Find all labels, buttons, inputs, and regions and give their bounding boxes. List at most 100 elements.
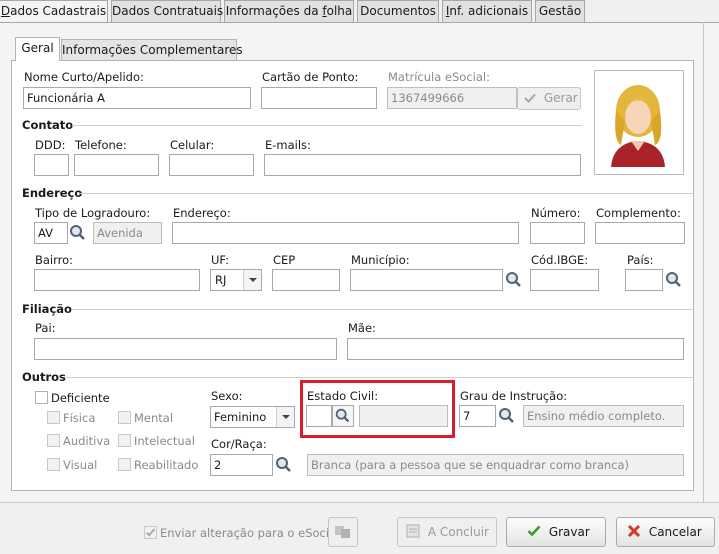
avatar[interactable] [594,70,684,175]
mae-label: Mãe: [348,321,376,335]
tab-dados-contratuais[interactable]: Dados Contratuais [111,0,223,22]
gravar-button[interactable]: Gravar [506,517,606,547]
check-icon [524,93,536,103]
complemento-input[interactable] [595,222,685,244]
cep-label: CEP [273,253,296,267]
uf-dropdown-button[interactable] [243,270,261,290]
search-icon [506,272,521,287]
tab-informacoes-folha[interactable]: Informações da folha [224,0,354,22]
search-icon [499,408,514,423]
pais-input[interactable] [625,269,663,291]
close-icon [627,524,641,538]
intelectual-label: Intelectual [134,434,195,448]
telefone-label: Telefone: [75,138,127,152]
nome-input[interactable]: Funcionária A [23,87,251,109]
municipio-search-button[interactable] [503,269,525,291]
cancelar-button[interactable]: Cancelar [616,517,715,547]
fisica-label: Física [63,411,96,425]
grau-label: Grau de Instrução: [460,389,568,403]
matricula-input: 1367499666 [387,87,517,109]
filiacao-heading: Filiação [22,302,72,316]
sexo-dropdown-button[interactable] [276,407,294,427]
tipo-logradouro-label: Tipo de Logradouro: [35,206,151,220]
fisica-checkbox [47,411,60,424]
cor-desc: Branca (para a pessoa que se enquadrar c… [307,454,684,476]
mental-label: Mental [134,411,174,425]
emails-input[interactable] [264,154,581,176]
reabilitado-label: Reabilitado [134,458,199,472]
uf-label: UF: [211,253,230,267]
outros-heading: Outros [22,370,66,384]
ddd-label: DDD: [35,138,66,152]
pai-input[interactable] [34,338,337,360]
search-icon [666,272,681,287]
cor-search-button[interactable] [273,454,295,476]
endereco-heading: Endereço [22,186,83,200]
esocial-label: Enviar alteração para o eSocial [160,526,340,540]
nome-label: Nome Curto/Apelido: [24,70,144,84]
pais-label: País: [627,253,654,267]
ddd-input[interactable] [34,154,69,176]
gerar-button: Gerar [517,87,581,110]
tipo-logradouro-code-input[interactable]: AV [34,222,68,244]
check-icon [145,528,156,537]
intelectual-checkbox [118,434,131,447]
estado-civil-desc [359,405,448,427]
tab-documentos[interactable]: Documentos [357,0,439,22]
grau-desc: Ensino médio completo. [523,405,684,427]
uf-value: RJ [215,273,227,287]
emails-label: E-mails: [265,138,311,152]
cartao-input[interactable] [261,87,377,109]
bairro-input[interactable] [34,269,200,291]
gerar-label: Gerar [543,91,578,105]
estado-civil-search-button[interactable] [332,405,354,427]
tab-gestao[interactable]: Gestão [535,0,585,22]
deficiente-checkbox[interactable] [35,391,48,404]
ibge-label: Cód.IBGE: [531,253,589,267]
pai-label: Pai: [35,321,56,335]
sexo-value: Feminino [214,410,267,424]
cancelar-label: Cancelar [648,525,702,539]
complemento-label: Complemento: [596,206,681,220]
check-icon [527,525,541,537]
tab-informacoes-complementares[interactable]: Informações Complementares [61,39,243,61]
mae-input[interactable] [347,338,684,360]
outros-divider [66,377,694,378]
deficiente-label: Deficiente [51,391,110,405]
ibge-input[interactable] [530,269,599,291]
tab-inf-adicionais[interactable]: Inf. adicionais [442,0,532,22]
estado-civil-label: Estado Civil: [307,389,379,403]
tab-dados-cadastrais[interactable]: Dados Cadastrais [0,0,108,24]
search-icon [276,457,291,472]
estado-civil-code-input[interactable] [306,405,332,427]
esocial-checkbox [144,526,157,539]
tipo-logradouro-search-button[interactable] [67,222,89,244]
municipio-input[interactable] [350,269,503,291]
sexo-label: Sexo: [211,389,243,403]
celular-input[interactable] [169,154,254,176]
tab-geral[interactable]: Geral [15,37,60,61]
cor-code-input[interactable]: 2 [210,454,273,476]
contato-divider [72,125,582,126]
municipio-label: Município: [351,253,410,267]
telefone-input[interactable] [74,154,159,176]
footer-separator [0,502,719,503]
matricula-label: Matrícula eSocial: [388,70,490,84]
grau-search-button[interactable] [496,405,518,427]
geral-tab-join [16,59,59,61]
endereco-input[interactable] [172,222,519,244]
chevron-down-icon [249,278,257,282]
endereco-divider [80,193,694,194]
mental-checkbox [118,411,131,424]
concluir-label: A Concluir [427,525,489,539]
contato-heading: Contato [22,118,74,132]
pais-search-button[interactable] [663,269,685,291]
grau-code-input[interactable]: 7 [459,405,496,427]
cor-label: Cor/Raça: [211,437,267,451]
cep-input[interactable] [272,269,340,291]
celular-label: Celular: [170,138,215,152]
numero-input[interactable] [530,222,585,244]
tipo-logradouro-desc: Avenida [93,222,162,244]
search-icon [335,408,350,423]
search-icon [70,225,85,240]
